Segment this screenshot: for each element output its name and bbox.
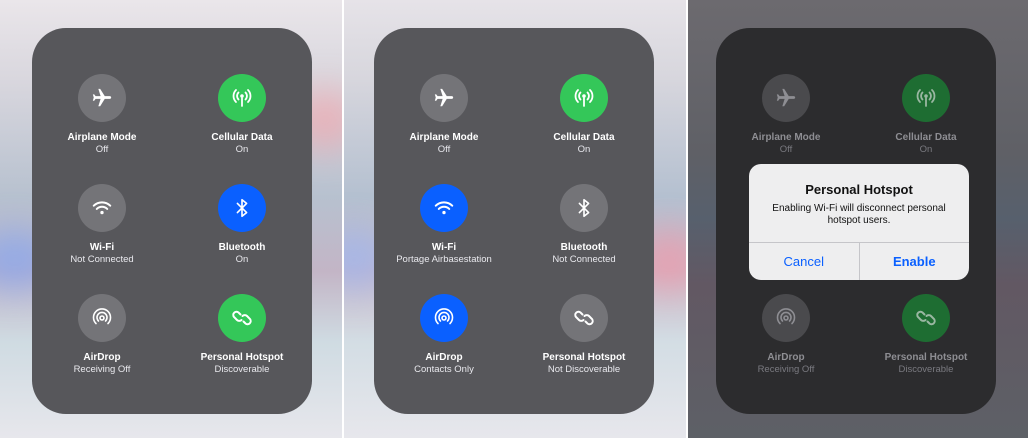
alert-button-row: Cancel Enable (749, 242, 969, 280)
cellular-icon (902, 74, 950, 122)
tile-name: AirDrop (425, 352, 463, 363)
tile-state: Discoverable (898, 364, 954, 375)
tile-state: On (919, 144, 933, 155)
bluetooth-icon (560, 184, 608, 232)
tile-name: Airplane Mode (67, 132, 137, 143)
tile-name: Airplane Mode (751, 132, 821, 143)
tile-name: Personal Hotspot (200, 352, 284, 363)
tile-state: Portage Airbasestation (396, 254, 492, 265)
tile-state: Off (437, 144, 451, 155)
airdrop-icon (78, 294, 126, 342)
hotspot-icon (218, 294, 266, 342)
alert-title: Personal Hotspot (805, 182, 913, 197)
tile-state: Receiving Off (73, 364, 131, 375)
cancel-button[interactable]: Cancel (749, 243, 859, 280)
wifi-icon (78, 184, 126, 232)
tile-personal-hotspot: Personal Hotspot Discoverable (856, 294, 996, 376)
hotspot-icon (902, 294, 950, 342)
tile-state: On (235, 254, 249, 265)
tile-bluetooth[interactable]: Bluetooth On (172, 184, 312, 266)
personal-hotspot-alert: Personal Hotspot Enabling Wi-Fi will dis… (749, 164, 969, 280)
tile-airplane-mode[interactable]: Airplane Mode Off (32, 74, 172, 156)
airplane-icon (420, 74, 468, 122)
control-center-panel: Airplane Mode Off Cellular Data On Wi-Fi… (374, 28, 654, 414)
tile-state: Receiving Off (757, 364, 815, 375)
screenshot-panel-1: Airplane Mode Off Cellular Data On Wi-Fi… (0, 0, 342, 438)
wifi-icon (420, 184, 468, 232)
tile-state: Not Connected (552, 254, 616, 265)
airdrop-icon (420, 294, 468, 342)
cellular-icon (560, 74, 608, 122)
tile-name: Personal Hotspot (542, 352, 626, 363)
tile-name: Cellular Data (553, 132, 615, 143)
tile-name: AirDrop (83, 352, 121, 363)
tile-wifi[interactable]: Wi-Fi Portage Airbasestation (374, 184, 514, 266)
tile-airdrop[interactable]: AirDrop Receiving Off (32, 294, 172, 376)
tile-cellular-data: Cellular Data On (856, 74, 996, 156)
cellular-icon (218, 74, 266, 122)
hotspot-icon (560, 294, 608, 342)
tile-airdrop[interactable]: AirDrop Contacts Only (374, 294, 514, 376)
tile-name: Wi-Fi (431, 242, 457, 253)
tile-state: Off (95, 144, 109, 155)
tile-name: Bluetooth (218, 242, 266, 253)
tile-wifi[interactable]: Wi-Fi Not Connected (32, 184, 172, 266)
tile-name: Airplane Mode (409, 132, 479, 143)
tile-name: Personal Hotspot (884, 352, 968, 363)
airdrop-icon (762, 294, 810, 342)
screenshot-panel-2: Airplane Mode Off Cellular Data On Wi-Fi… (344, 0, 686, 438)
tile-name: Wi-Fi (89, 242, 115, 253)
tile-airplane-mode[interactable]: Airplane Mode Off (374, 74, 514, 156)
control-center-panel: Airplane Mode Off Cellular Data On Wi-Fi… (32, 28, 312, 414)
tile-airdrop: AirDrop Receiving Off (716, 294, 856, 376)
tile-cellular-data[interactable]: Cellular Data On (514, 74, 654, 156)
tile-personal-hotspot[interactable]: Personal Hotspot Not Discoverable (514, 294, 654, 376)
tile-state: Not Connected (70, 254, 134, 265)
enable-button[interactable]: Enable (858, 243, 970, 280)
bluetooth-icon (218, 184, 266, 232)
screenshot-panel-3: Airplane Mode Off Cellular Data On AirDr… (688, 0, 1028, 438)
tile-cellular-data[interactable]: Cellular Data On (172, 74, 312, 156)
tile-name: Bluetooth (560, 242, 608, 253)
tile-airplane-mode: Airplane Mode Off (716, 74, 856, 156)
airplane-icon (78, 74, 126, 122)
tile-state: Contacts Only (414, 364, 474, 375)
control-center-comparison: Airplane Mode Off Cellular Data On Wi-Fi… (0, 0, 1028, 438)
tile-state: On (235, 144, 249, 155)
tile-name: AirDrop (767, 352, 805, 363)
tile-bluetooth[interactable]: Bluetooth Not Connected (514, 184, 654, 266)
tile-state: Discoverable (214, 364, 270, 375)
tile-state: On (577, 144, 591, 155)
tile-state: Off (779, 144, 793, 155)
tile-state: Not Discoverable (547, 364, 621, 375)
airplane-icon (762, 74, 810, 122)
alert-message: Enabling Wi-Fi will disconnect personal … (772, 203, 946, 226)
tile-name: Cellular Data (211, 132, 273, 143)
tile-name: Cellular Data (895, 132, 957, 143)
tile-personal-hotspot[interactable]: Personal Hotspot Discoverable (172, 294, 312, 376)
